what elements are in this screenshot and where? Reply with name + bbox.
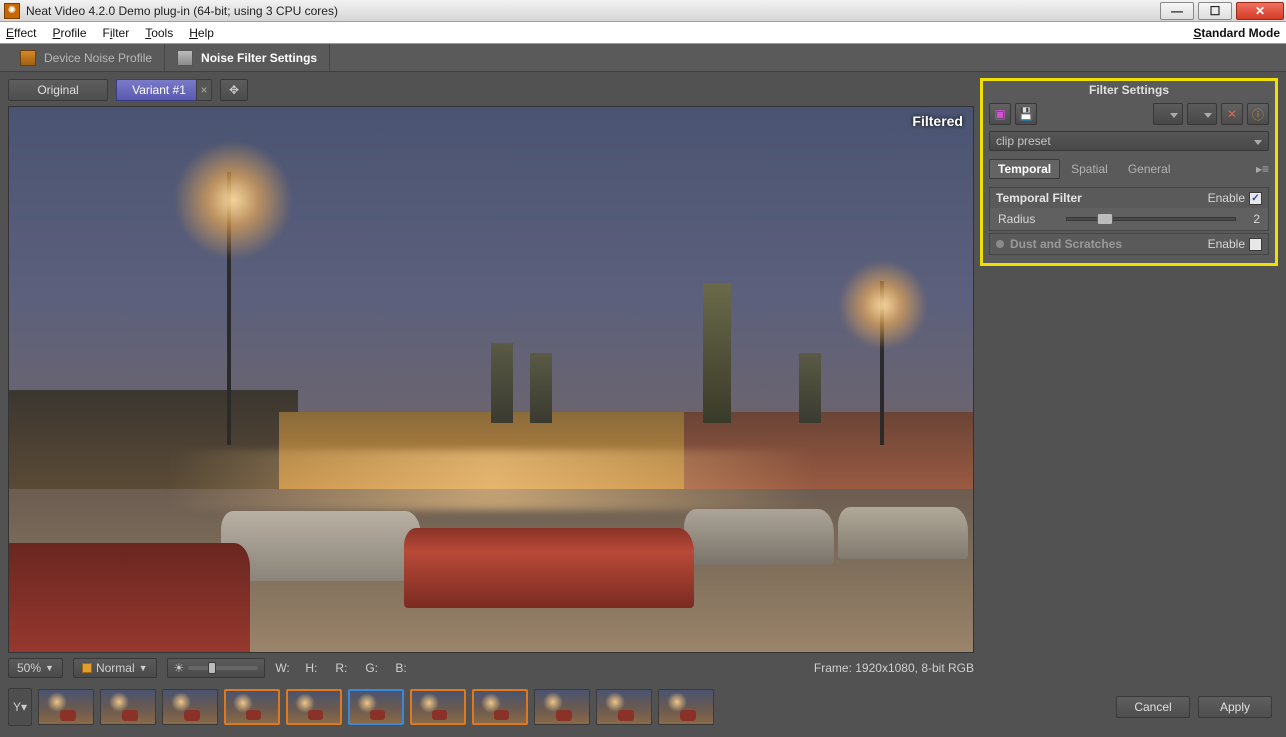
frame-info: Frame: 1920x1080, 8-bit RGB — [814, 661, 974, 675]
window-controls: — ☐ ✕ — [1158, 2, 1286, 20]
radius-row: Radius 2 — [990, 208, 1268, 230]
zoom-dropdown[interactable]: 50%▼ — [8, 658, 63, 678]
thumbnail[interactable] — [38, 689, 94, 725]
enable-label: Enable — [1208, 191, 1245, 205]
radius-slider[interactable] — [1066, 217, 1236, 221]
menu-tools[interactable]: Tools — [145, 26, 173, 40]
thumbnail[interactable] — [534, 689, 590, 725]
profile-icon — [20, 50, 36, 66]
preview-column: Original Variant #1 × ✥ — [8, 78, 974, 729]
radius-label: Radius — [998, 212, 1058, 226]
section-title: Temporal Filter — [996, 191, 1082, 205]
expand-icon[interactable]: ▸≡ — [1256, 162, 1269, 176]
menu-filter[interactable]: Filter — [103, 26, 130, 40]
preview-info-bar: 50%▼ Normal▼ ☀ W: H: R: G: B: Frame: 192… — [8, 657, 974, 679]
open-preset-icon[interactable]: ▣ — [989, 103, 1011, 125]
dust-enable-checkbox[interactable]: ✓ — [1249, 238, 1262, 251]
temporal-enable-checkbox[interactable]: ✓ — [1249, 192, 1262, 205]
menu-effect[interactable]: Effect — [6, 26, 36, 40]
filter-subtabs: Temporal Spatial General ▸≡ — [983, 155, 1275, 185]
collapsed-icon[interactable] — [996, 240, 1004, 248]
thumbnail[interactable] — [410, 689, 466, 725]
filter-icon — [177, 50, 193, 66]
reset-button[interactable]: ✕ — [1221, 103, 1243, 125]
variant-close-button[interactable]: × — [196, 79, 212, 101]
height-readout: H: — [305, 661, 325, 675]
normal-icon — [82, 663, 92, 673]
close-button[interactable]: ✕ — [1236, 2, 1284, 20]
r-readout: R: — [335, 661, 355, 675]
channel-selector[interactable]: Y▾ — [8, 688, 32, 726]
dialog-buttons: Cancel Apply — [980, 685, 1278, 729]
tab-device-noise-profile[interactable]: Device Noise Profile — [8, 44, 165, 71]
variant-button[interactable]: Variant #1 — [116, 79, 202, 101]
main-row: Original Variant #1 × ✥ — [8, 78, 1278, 729]
side-panel: Filter Settings ▣ 💾 ✕ ⓘ clip preset Temp… — [980, 78, 1278, 729]
filter-settings-title: Filter Settings — [983, 81, 1275, 101]
enable-label: Enable — [1208, 237, 1245, 251]
content-area: Original Variant #1 × ✥ — [0, 72, 1286, 737]
redo-dropdown[interactable] — [1187, 103, 1217, 125]
filtered-label: Filtered — [912, 113, 963, 129]
width-readout: W: — [275, 661, 295, 675]
preset-label: clip preset — [996, 134, 1051, 148]
menu-bar: Effect Profile Filter Tools Help Standar… — [0, 22, 1286, 44]
apply-button[interactable]: Apply — [1198, 696, 1272, 718]
thumbnail[interactable] — [224, 689, 280, 725]
maximize-button[interactable]: ☐ — [1198, 2, 1232, 20]
add-variant-button[interactable]: ✥ — [220, 79, 248, 101]
g-readout: G: — [365, 661, 385, 675]
thumbnail[interactable] — [162, 689, 218, 725]
preset-dropdown[interactable]: clip preset — [989, 131, 1269, 151]
undo-dropdown[interactable] — [1153, 103, 1183, 125]
menu-profile[interactable]: Profile — [52, 26, 86, 40]
window-titlebar: ✺ Neat Video 4.2.0 Demo plug-in (64-bit;… — [0, 0, 1286, 22]
window-title: Neat Video 4.2.0 Demo plug-in (64-bit; u… — [26, 4, 338, 18]
thumbnail[interactable] — [286, 689, 342, 725]
temporal-filter-header: Temporal Filter Enable ✓ — [990, 188, 1268, 208]
radius-value: 2 — [1244, 212, 1260, 226]
info-button[interactable]: ⓘ — [1247, 103, 1269, 125]
brightness-control[interactable]: ☀ — [167, 658, 266, 678]
tab-label: Device Noise Profile — [44, 51, 152, 65]
main-tabs: Device Noise Profile Noise Filter Settin… — [0, 44, 1286, 72]
thumbnail[interactable] — [100, 689, 156, 725]
mode-indicator[interactable]: Standard Mode — [1193, 26, 1280, 40]
tab-label: Noise Filter Settings — [201, 51, 317, 65]
section-title: Dust and Scratches — [1010, 237, 1122, 251]
tab-noise-filter-settings[interactable]: Noise Filter Settings — [165, 44, 330, 71]
temporal-filter-section: Temporal Filter Enable ✓ Radius 2 — [989, 187, 1269, 231]
app-icon: ✺ — [4, 3, 20, 19]
subtab-general[interactable]: General — [1119, 159, 1180, 179]
original-button[interactable]: Original — [8, 79, 108, 101]
thumbnail-current[interactable] — [348, 689, 404, 725]
preview-toolbar: Original Variant #1 × ✥ — [8, 78, 974, 102]
subtab-temporal[interactable]: Temporal — [989, 159, 1060, 179]
view-mode-dropdown[interactable]: Normal▼ — [73, 658, 157, 678]
timeline-thumbnails: Y▾ — [8, 685, 974, 729]
cancel-button[interactable]: Cancel — [1116, 696, 1190, 718]
save-preset-icon[interactable]: 💾 — [1015, 103, 1037, 125]
thumbnail[interactable] — [658, 689, 714, 725]
thumbnail[interactable] — [596, 689, 652, 725]
thumbnail[interactable] — [472, 689, 528, 725]
preview-viewport[interactable]: Filtered — [8, 106, 974, 653]
filter-settings-panel: Filter Settings ▣ 💾 ✕ ⓘ clip preset Temp… — [980, 78, 1278, 266]
filter-toolbar: ▣ 💾 ✕ ⓘ — [983, 101, 1275, 127]
minimize-button[interactable]: — — [1160, 2, 1194, 20]
subtab-spatial[interactable]: Spatial — [1062, 159, 1117, 179]
b-readout: B: — [395, 661, 415, 675]
menu-help[interactable]: Help — [189, 26, 214, 40]
dust-scratches-header: Dust and Scratches Enable ✓ — [990, 234, 1268, 254]
dust-scratches-section: Dust and Scratches Enable ✓ — [989, 233, 1269, 255]
